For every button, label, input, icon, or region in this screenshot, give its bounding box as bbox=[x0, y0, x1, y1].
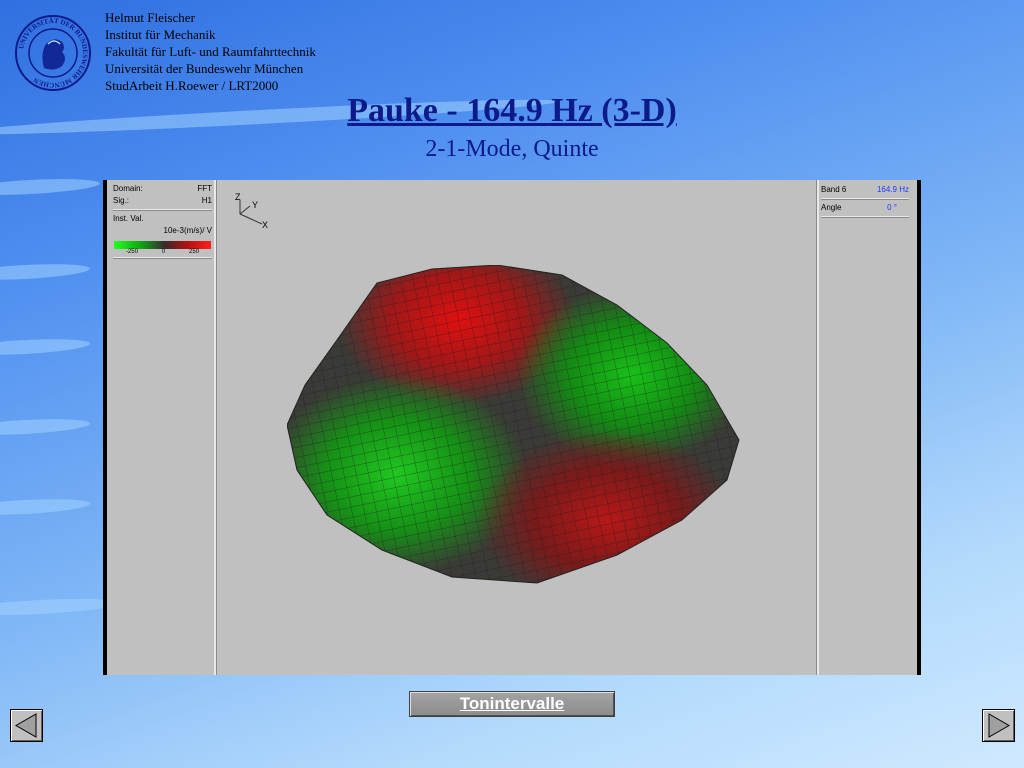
angle-value: 0 ° bbox=[887, 203, 897, 212]
axis-y-label: Y bbox=[252, 200, 258, 210]
drumhead-mode-surface bbox=[287, 265, 740, 584]
bg-swoosh bbox=[0, 416, 91, 438]
author-header: Helmut Fleischer Institut für Mechanik F… bbox=[105, 9, 316, 94]
tick-label: -250 bbox=[125, 249, 138, 255]
color-scale-bar bbox=[114, 241, 211, 249]
axis-x-label: X bbox=[262, 220, 268, 228]
color-scale-ticks: -250 0 250 bbox=[114, 249, 211, 255]
institute-line: Institut für Mechanik bbox=[105, 27, 216, 42]
faculty-line: Fakultät für Luft- und Raumfahrttechnik bbox=[105, 44, 316, 59]
inst-val-label: Inst. Val. bbox=[113, 214, 144, 223]
tick-label: 250 bbox=[189, 249, 200, 255]
left-info-panel: Domain: FFT Sig.: H1 Inst. Val. 10e-3(m/… bbox=[111, 180, 216, 675]
axes-indicator-icon: Z Y X bbox=[235, 192, 268, 228]
next-slide-button[interactable] bbox=[982, 709, 1015, 742]
axis-z-label: Z bbox=[235, 192, 241, 202]
domain-label: Domain: bbox=[113, 184, 143, 193]
tonintervalle-button[interactable]: Tonintervalle bbox=[409, 691, 615, 717]
divider bbox=[821, 216, 909, 218]
tick-label: 0 bbox=[161, 249, 166, 255]
button-label: Tonintervalle bbox=[459, 694, 565, 713]
university-seal-logo: UNIVERSITÄT DER BUNDESWEHR MÜNCHEN bbox=[15, 15, 91, 91]
right-info-panel: Band 6 164.9 Hz Angle 0 ° bbox=[817, 180, 911, 675]
slide-subtitle: 2-1-Mode, Quinte bbox=[425, 136, 599, 162]
divider bbox=[113, 209, 212, 211]
divider bbox=[113, 257, 212, 259]
unit-label: 10e-3(m/s)/ V bbox=[163, 226, 212, 235]
angle-label: Angle bbox=[821, 203, 842, 212]
domain-value: FFT bbox=[197, 184, 212, 193]
slide-title[interactable]: Pauke - 164.9 Hz (3-D) bbox=[0, 92, 1024, 130]
previous-slide-button[interactable] bbox=[10, 709, 43, 742]
bg-swoosh bbox=[0, 496, 91, 518]
divider bbox=[821, 198, 909, 200]
band-label: Band 6 bbox=[821, 185, 847, 194]
triangle-right-icon bbox=[988, 713, 1011, 738]
sig-value: H1 bbox=[201, 196, 212, 205]
bg-swoosh bbox=[0, 261, 91, 283]
bg-swoosh bbox=[0, 176, 101, 198]
author-line: Helmut Fleischer bbox=[105, 10, 195, 25]
university-line: Universität der Bundeswehr München bbox=[105, 61, 304, 76]
band-value: 164.9 Hz bbox=[876, 185, 909, 194]
mode-shape-viewer: Domain: FFT Sig.: H1 Inst. Val. 10e-3(m/… bbox=[103, 180, 921, 675]
bg-swoosh bbox=[0, 336, 91, 358]
triangle-left-icon bbox=[14, 713, 37, 738]
sig-label: Sig.: bbox=[113, 196, 130, 205]
